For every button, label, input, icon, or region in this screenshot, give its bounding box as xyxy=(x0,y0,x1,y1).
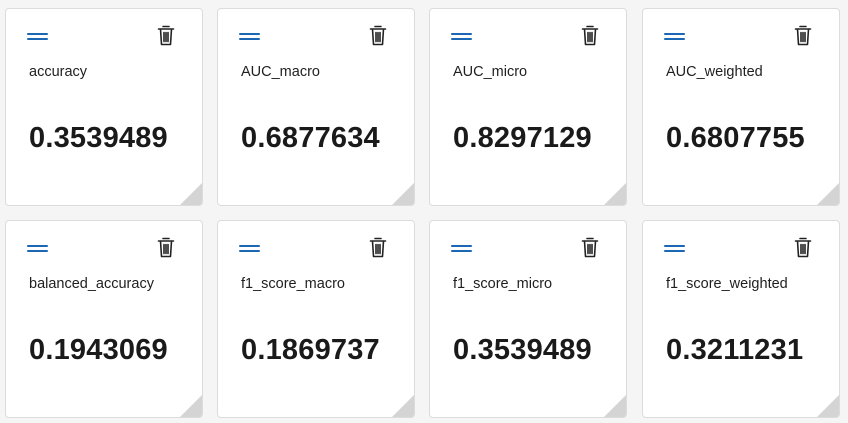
metric-value: 0.1869737 xyxy=(241,334,380,366)
metric-card-f1-score-micro: f1_score_micro 0.3539489 xyxy=(429,220,627,418)
trash-icon[interactable] xyxy=(369,24,387,46)
trash-icon[interactable] xyxy=(157,236,175,258)
resize-grip[interactable] xyxy=(604,395,626,417)
metric-card-auc-micro: AUC_micro 0.8297129 xyxy=(429,8,627,206)
metric-card-auc-macro: AUC_macro 0.6877634 xyxy=(217,8,415,206)
resize-grip[interactable] xyxy=(817,395,839,417)
metric-name: f1_score_weighted xyxy=(666,276,788,292)
metric-card-grid: accuracy 0.3539489 AUC_macro 0.6877634 A… xyxy=(0,0,848,423)
drag-handle-icon[interactable] xyxy=(27,245,48,253)
metric-value: 0.3539489 xyxy=(453,334,592,366)
metric-name: AUC_micro xyxy=(453,64,528,80)
drag-handle-icon[interactable] xyxy=(239,245,260,253)
resize-grip[interactable] xyxy=(180,183,202,205)
drag-handle-icon[interactable] xyxy=(451,33,472,41)
metric-card-f1-score-macro: f1_score_macro 0.1869737 xyxy=(217,220,415,418)
resize-grip[interactable] xyxy=(180,395,202,417)
resize-grip[interactable] xyxy=(817,183,839,205)
trash-icon[interactable] xyxy=(369,236,387,258)
metric-name: f1_score_micro xyxy=(453,276,553,292)
trash-icon[interactable] xyxy=(581,24,599,46)
drag-handle-icon[interactable] xyxy=(664,245,685,253)
drag-handle-icon[interactable] xyxy=(27,33,48,41)
drag-handle-icon[interactable] xyxy=(239,33,260,41)
drag-handle-icon[interactable] xyxy=(451,245,472,253)
resize-grip[interactable] xyxy=(392,395,414,417)
metric-value: 0.3539489 xyxy=(29,122,168,154)
metric-value: 0.3211231 xyxy=(666,334,804,366)
metric-name: AUC_macro xyxy=(241,64,320,80)
metric-card-f1-score-weighted: f1_score_weighted 0.3211231 xyxy=(642,220,840,418)
metric-value: 0.8297129 xyxy=(453,122,592,154)
metric-value: 0.6807755 xyxy=(666,122,805,154)
metric-name: balanced_accuracy xyxy=(29,276,154,292)
resize-grip[interactable] xyxy=(392,183,414,205)
metric-name: AUC_weighted xyxy=(666,64,763,80)
metric-name: f1_score_macro xyxy=(241,276,345,292)
metric-card-auc-weighted: AUC_weighted 0.6807755 xyxy=(642,8,840,206)
metric-value: 0.6877634 xyxy=(241,122,380,154)
metric-card-accuracy: accuracy 0.3539489 xyxy=(5,8,203,206)
drag-handle-icon[interactable] xyxy=(664,33,685,41)
trash-icon[interactable] xyxy=(581,236,599,258)
resize-grip[interactable] xyxy=(604,183,626,205)
metric-name: accuracy xyxy=(29,64,88,80)
metric-card-balanced-accuracy: balanced_accuracy 0.1943069 xyxy=(5,220,203,418)
trash-icon[interactable] xyxy=(157,24,175,46)
trash-icon[interactable] xyxy=(794,236,812,258)
trash-icon[interactable] xyxy=(794,24,812,46)
metric-value: 0.1943069 xyxy=(29,334,168,366)
